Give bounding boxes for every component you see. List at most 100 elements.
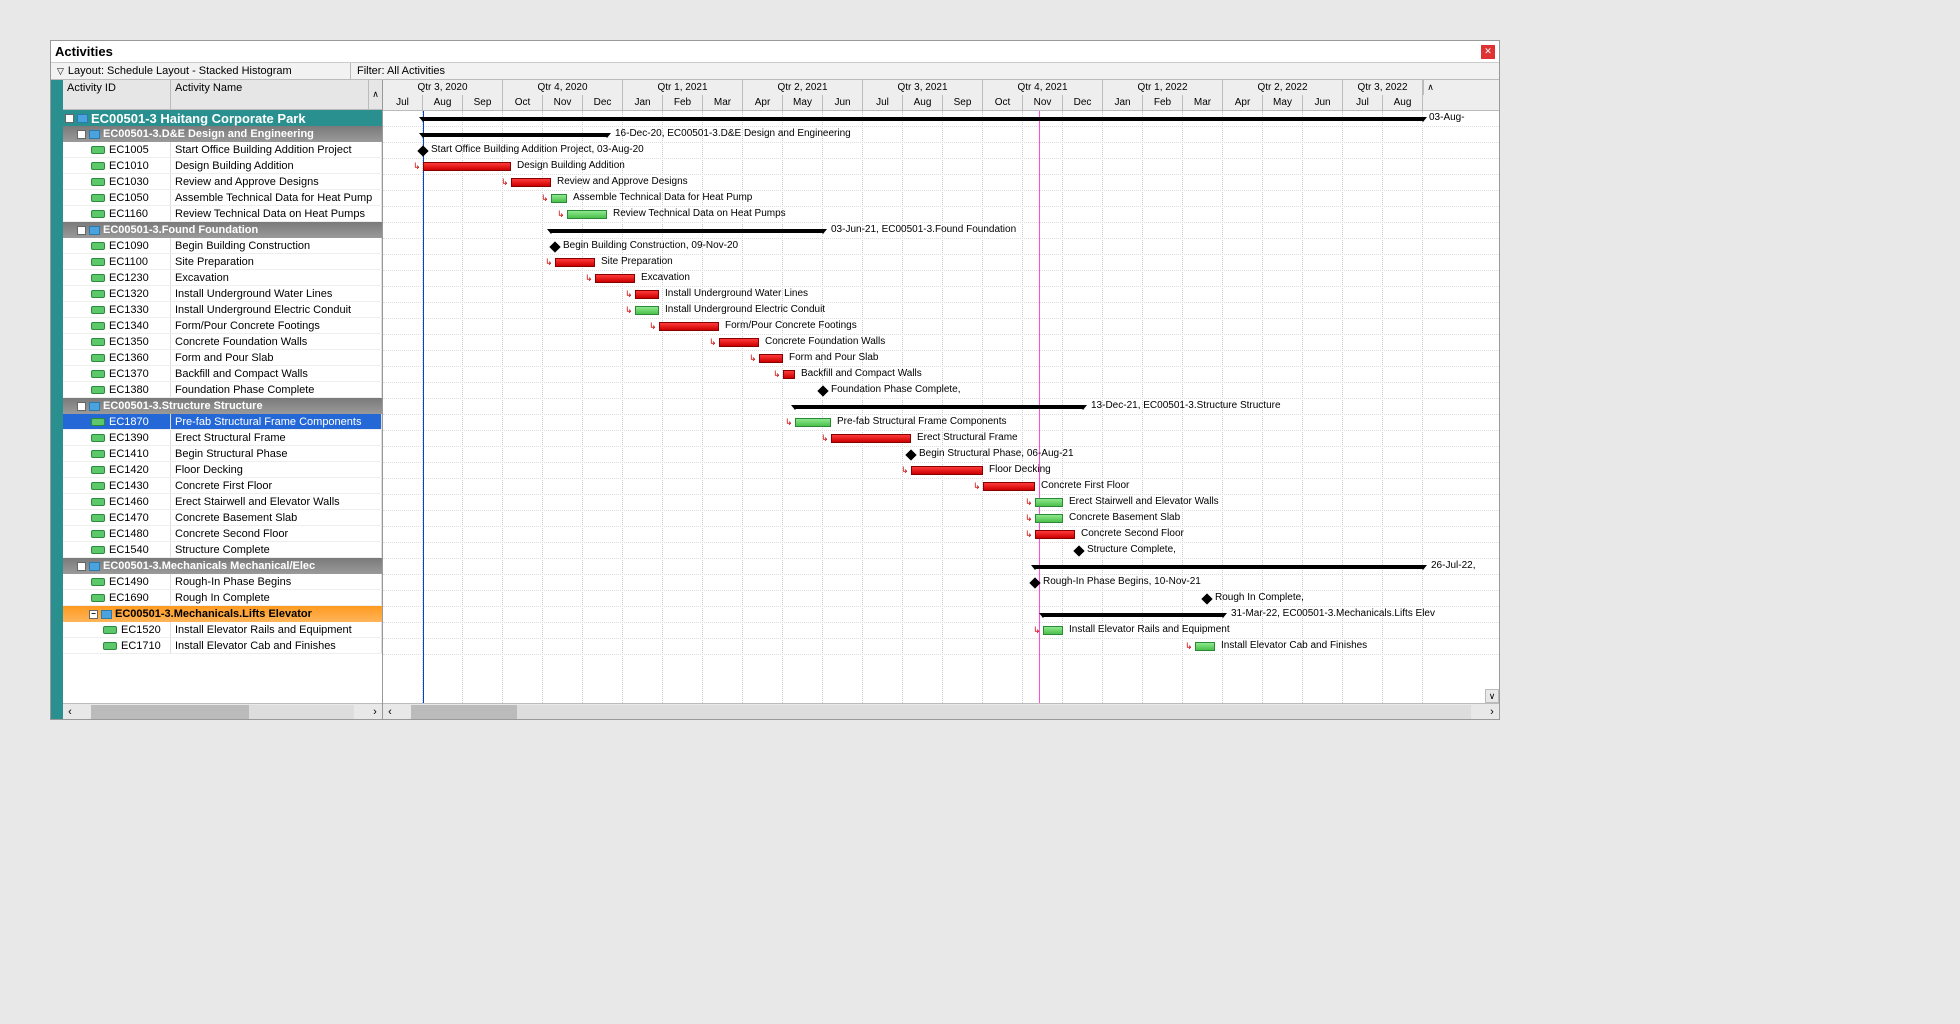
gantt-bar[interactable]: [595, 274, 635, 283]
activity-icon: [103, 642, 117, 650]
gantt-bar[interactable]: [719, 338, 759, 347]
milestone-icon[interactable]: [549, 241, 560, 252]
bar-label: Review and Approve Designs: [557, 176, 688, 187]
activity-row[interactable]: EC1420Floor Decking: [63, 462, 382, 478]
activity-row[interactable]: EC1390Erect Structural Frame: [63, 430, 382, 446]
bar-label: Begin Building Construction, 09-Nov-20: [563, 240, 738, 251]
gantt-bar[interactable]: [783, 370, 795, 379]
wbs-icon: [89, 402, 100, 411]
gantt-bar[interactable]: [635, 290, 659, 299]
milestone-icon[interactable]: [905, 449, 916, 460]
hscroll-left[interactable]: ‹›: [63, 703, 382, 719]
gantt-bar[interactable]: [911, 466, 983, 475]
column-header-id[interactable]: Activity ID: [63, 80, 171, 109]
activity-row[interactable]: EC1360Form and Pour Slab: [63, 350, 382, 366]
wbs-icon: [89, 562, 100, 571]
collapse-icon[interactable]: −: [77, 226, 86, 235]
milestone-icon[interactable]: [417, 145, 428, 156]
activity-row[interactable]: EC1710Install Elevator Cab and Finishes: [63, 638, 382, 654]
activity-row[interactable]: EC1370Backfill and Compact Walls: [63, 366, 382, 382]
hscroll-right[interactable]: ‹›: [383, 703, 1499, 719]
activity-row[interactable]: EC1230Excavation: [63, 270, 382, 286]
activity-name: Install Underground Water Lines: [171, 286, 382, 301]
gantt-bar[interactable]: [1035, 498, 1063, 507]
gantt-bar[interactable]: [551, 194, 567, 203]
activity-row[interactable]: EC1470Concrete Basement Slab: [63, 510, 382, 526]
quarter-cell: Qtr 2, 2021: [743, 80, 863, 95]
scroll-up-button[interactable]: ∧: [368, 80, 382, 109]
column-header-name[interactable]: Activity Name: [171, 80, 368, 109]
gantt-bar[interactable]: [635, 306, 659, 315]
bar-label: Assemble Technical Data for Heat Pump: [573, 192, 752, 203]
gantt-bar[interactable]: [1043, 626, 1063, 635]
activity-row[interactable]: EC1690Rough In Complete: [63, 590, 382, 606]
collapse-icon[interactable]: −: [65, 114, 74, 123]
activity-row[interactable]: EC1005Start Office Building Addition Pro…: [63, 142, 382, 158]
activity-row[interactable]: EC1330Install Underground Electric Condu…: [63, 302, 382, 318]
activity-row[interactable]: EC1340Form/Pour Concrete Footings: [63, 318, 382, 334]
link-arrow-icon: ↳: [541, 193, 549, 204]
activity-row[interactable]: EC1100Site Preparation: [63, 254, 382, 270]
gantt-chart: Qtr 3, 2020Qtr 4, 2020Qtr 1, 2021Qtr 2, …: [383, 80, 1499, 719]
wbs-row[interactable]: −EC00501-3.Mechanicals.Lifts Elevator: [63, 606, 382, 622]
activity-icon: [91, 338, 105, 346]
close-button[interactable]: ✕: [1481, 45, 1495, 59]
gantt-bar[interactable]: [1035, 514, 1063, 523]
activity-row[interactable]: EC1160Review Technical Data on Heat Pump…: [63, 206, 382, 222]
collapse-icon[interactable]: −: [77, 402, 86, 411]
activity-row[interactable]: EC1480Concrete Second Floor: [63, 526, 382, 542]
scroll-down-button[interactable]: ∨: [1485, 689, 1499, 703]
activity-name: Begin Structural Phase: [171, 446, 382, 461]
layout-selector[interactable]: ▽ Layout: Schedule Layout - Stacked Hist…: [51, 63, 351, 79]
collapse-icon[interactable]: −: [89, 610, 98, 619]
activity-row[interactable]: EC1320Install Underground Water Lines: [63, 286, 382, 302]
month-cell: Mar: [703, 95, 743, 110]
activity-icon: [91, 242, 105, 250]
milestone-icon[interactable]: [1201, 593, 1212, 604]
activity-icon: [91, 146, 105, 154]
activity-name: Rough In Complete: [171, 590, 382, 605]
activity-icon: [91, 386, 105, 394]
gantt-bar[interactable]: [511, 178, 551, 187]
activity-row[interactable]: EC1090Begin Building Construction: [63, 238, 382, 254]
gantt-bar[interactable]: [795, 418, 831, 427]
gantt-row: Begin Building Construction, 09-Nov-20: [383, 239, 1499, 255]
activity-row[interactable]: EC1030Review and Approve Designs: [63, 174, 382, 190]
wbs-row[interactable]: −EC00501-3 Haitang Corporate Park: [63, 110, 382, 126]
gantt-bar[interactable]: [659, 322, 719, 331]
activity-row[interactable]: EC1350Concrete Foundation Walls: [63, 334, 382, 350]
gantt-bar[interactable]: [567, 210, 607, 219]
gantt-bar[interactable]: [555, 258, 595, 267]
activity-row[interactable]: EC1050Assemble Technical Data for Heat P…: [63, 190, 382, 206]
wbs-row[interactable]: −EC00501-3.Found Foundation: [63, 222, 382, 238]
gantt-bar[interactable]: [423, 162, 511, 171]
gantt-bar[interactable]: [1035, 530, 1075, 539]
activity-name: Form/Pour Concrete Footings: [171, 318, 382, 333]
bar-label: Erect Stairwell and Elevator Walls: [1069, 496, 1219, 507]
milestone-icon[interactable]: [817, 385, 828, 396]
wbs-row[interactable]: −EC00501-3.Mechanicals Mechanical/Elec: [63, 558, 382, 574]
activity-row[interactable]: EC1870Pre-fab Structural Frame Component…: [63, 414, 382, 430]
gantt-bar[interactable]: [759, 354, 783, 363]
milestone-icon[interactable]: [1073, 545, 1084, 556]
gantt-bar[interactable]: [831, 434, 911, 443]
activity-row[interactable]: EC1380Foundation Phase Complete: [63, 382, 382, 398]
wbs-row[interactable]: −EC00501-3.D&E Design and Engineering: [63, 126, 382, 142]
gantt-body[interactable]: 03-Aug-16-Dec-20, EC00501-3.D&E Design a…: [383, 111, 1499, 703]
activity-row[interactable]: EC1410Begin Structural Phase: [63, 446, 382, 462]
activity-row[interactable]: EC1540Structure Complete: [63, 542, 382, 558]
milestone-icon[interactable]: [1029, 577, 1040, 588]
activity-row[interactable]: EC1010Design Building Addition: [63, 158, 382, 174]
activity-row[interactable]: EC1520Install Elevator Rails and Equipme…: [63, 622, 382, 638]
gantt-bar[interactable]: [983, 482, 1035, 491]
collapse-icon[interactable]: −: [77, 130, 86, 139]
wbs-row[interactable]: −EC00501-3.Structure Structure: [63, 398, 382, 414]
activity-row[interactable]: EC1430Concrete First Floor: [63, 478, 382, 494]
scroll-up-button[interactable]: ∧: [1423, 80, 1437, 95]
activity-row[interactable]: EC1490Rough-In Phase Begins: [63, 574, 382, 590]
gantt-bar[interactable]: [1195, 642, 1215, 651]
collapse-icon[interactable]: −: [77, 562, 86, 571]
activity-icon: [91, 578, 105, 586]
activity-row[interactable]: EC1460Erect Stairwell and Elevator Walls: [63, 494, 382, 510]
activity-name: Erect Stairwell and Elevator Walls: [171, 494, 382, 509]
